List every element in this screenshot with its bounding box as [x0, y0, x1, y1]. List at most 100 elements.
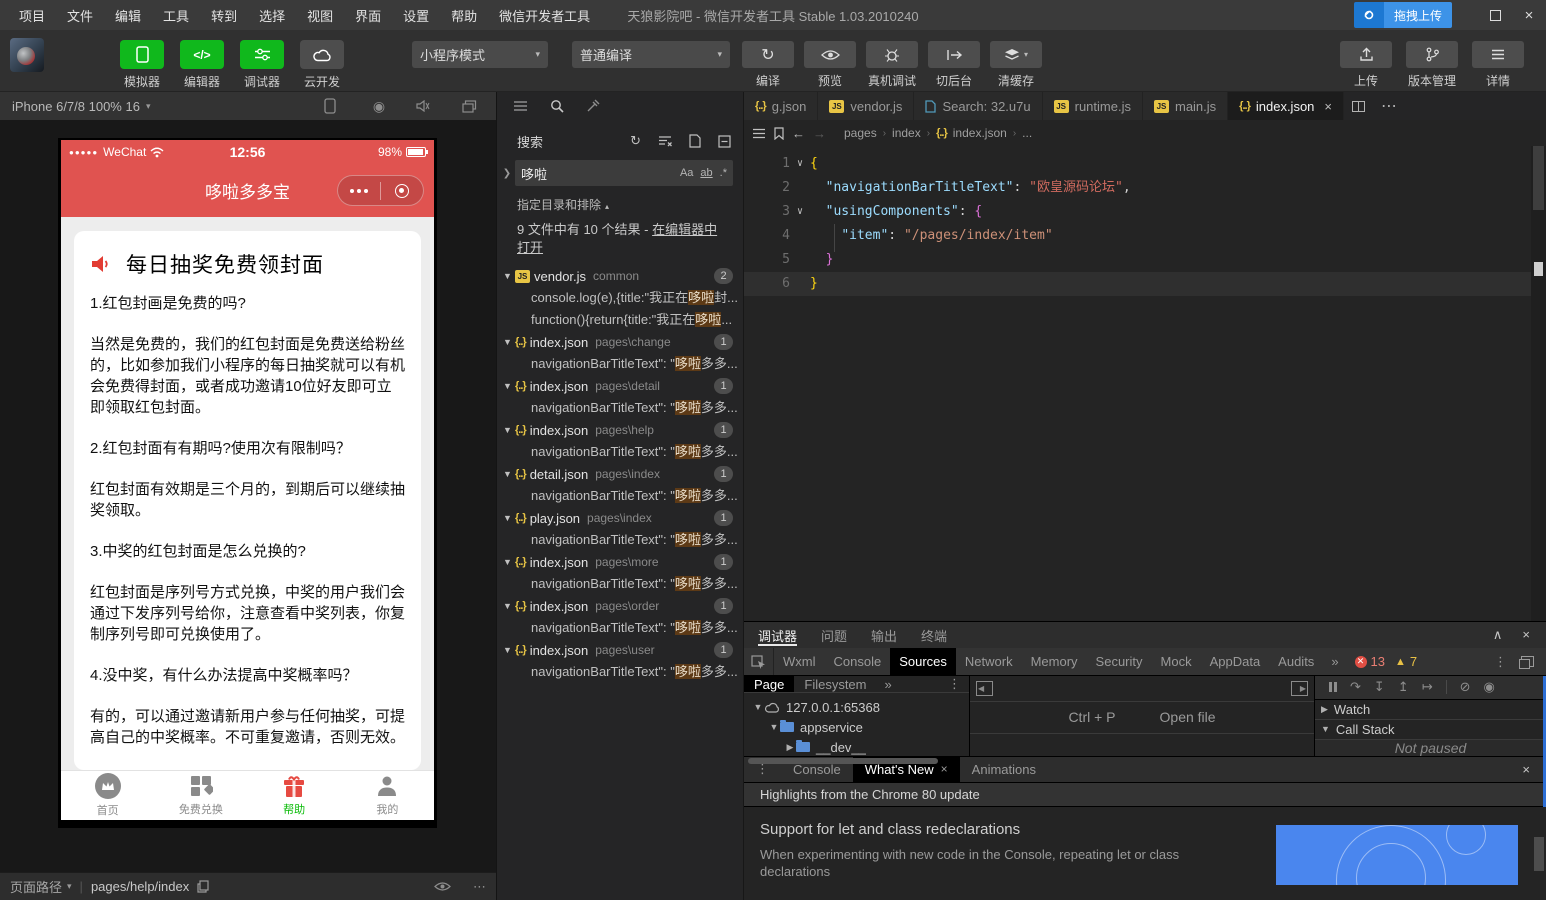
menu-item-选择[interactable]: 选择 — [250, 3, 294, 28]
navigator-tab-Filesystem[interactable]: Filesystem — [794, 676, 876, 692]
search-input[interactable]: 哆啦 Aa ab .* — [515, 160, 733, 186]
step-into-icon[interactable]: ↧ — [1374, 679, 1385, 695]
debugger-tab-调试器[interactable]: 调试器 — [758, 622, 797, 648]
drawer-scrollbar-thumb[interactable] — [1534, 837, 1544, 871]
warning-badge[interactable]: ▲7 — [1395, 654, 1417, 669]
forward-arrow-icon[interactable]: → — [813, 126, 826, 141]
dock-right-icon[interactable]: ▶ — [1291, 681, 1308, 696]
fold-icon[interactable]: ∨ — [790, 152, 810, 176]
regex-icon[interactable]: .* — [720, 167, 727, 179]
editor-tab-Search: 32.u7u[interactable]: Search: 32.u7u — [914, 92, 1042, 120]
tab-我的[interactable]: 我的 — [341, 771, 434, 820]
menu-item-设置[interactable]: 设置 — [394, 3, 438, 28]
devtools-tab-Audits[interactable]: Audits — [1269, 648, 1323, 675]
debugger-tab-输出[interactable]: 输出 — [871, 622, 897, 648]
plugin-wand-icon[interactable] — [586, 99, 600, 113]
close-panel-icon[interactable]: × — [1522, 627, 1530, 643]
more-menu-button[interactable] — [338, 189, 380, 193]
action-button-版本管理[interactable]: 版本管理 — [1406, 41, 1458, 89]
search-result-match[interactable]: navigationBarTitleText": "哆啦多多... — [497, 529, 743, 551]
menu-item-界面[interactable]: 界面 — [346, 3, 390, 28]
editor-tab-runtime.js[interactable]: JSruntime.js — [1043, 92, 1143, 120]
mute-icon[interactable] — [416, 100, 434, 112]
search-result-file[interactable]: ▼{..}play.jsonpages\index1 — [497, 507, 743, 529]
drawer-tab-Animations[interactable]: Animations — [960, 757, 1048, 782]
devtools-tab-Console[interactable]: Console — [825, 648, 891, 675]
search-result-match[interactable]: navigationBarTitleText": "哆啦多多... — [497, 397, 743, 419]
search-result-file[interactable]: ▼{..}index.jsonpages\change1 — [497, 331, 743, 353]
devtools-tab-AppData[interactable]: AppData — [1201, 648, 1270, 675]
device-frame-icon[interactable] — [324, 98, 342, 114]
editor-tab-vendor.js[interactable]: JSvendor.js — [818, 92, 914, 120]
search-result-match[interactable]: navigationBarTitleText": "哆啦多多... — [497, 485, 743, 507]
search-result-file[interactable]: ▼{..}index.jsonpages\user1 — [497, 639, 743, 661]
navigator-tab-Page[interactable]: Page — [744, 676, 794, 692]
compile-select-dropdown[interactable]: 普通编译 ▾ — [572, 41, 730, 68]
dirs-toggle[interactable]: 指定目录和排除▴ — [497, 190, 743, 215]
inspect-element-icon[interactable] — [744, 648, 774, 675]
eye-icon[interactable] — [434, 881, 451, 892]
code-line[interactable]: 1∨{ — [744, 152, 1546, 176]
device-selector[interactable]: iPhone 6/7/8 100% 16 — [12, 99, 140, 114]
step-icon[interactable]: ↦ — [1422, 679, 1433, 695]
devtools-tab-Wxml[interactable]: Wxml — [774, 648, 825, 675]
search-result-file[interactable]: ▼{..}index.jsonpages\detail1 — [497, 375, 743, 397]
back-arrow-icon[interactable]: ← — [792, 126, 805, 141]
search-result-file[interactable]: ▼{..}index.jsonpages\help1 — [497, 419, 743, 441]
editor-tab-main.js[interactable]: JSmain.js — [1143, 92, 1228, 120]
code-line[interactable]: 4 "item": "/pages/index/item" — [744, 224, 1546, 248]
search-result-file[interactable]: ▼{..}index.jsonpages\more1 — [497, 551, 743, 573]
pause-script-icon[interactable] — [1329, 682, 1337, 692]
code-line[interactable]: 5 } — [744, 248, 1546, 272]
editor-tab-g.json[interactable]: {..}g.json — [744, 92, 818, 120]
mode-select-dropdown[interactable]: 小程序模式 ▾ — [412, 41, 548, 68]
debugger-tab-终端[interactable]: 终端 — [921, 622, 947, 648]
page-path-selector[interactable]: 页面路径 — [10, 877, 62, 896]
menu-item-项目[interactable]: 项目 — [10, 3, 54, 28]
more-tabs-icon[interactable]: » — [877, 677, 900, 692]
editor-scrollbar[interactable] — [1531, 146, 1546, 621]
devtools-tab-Memory[interactable]: Memory — [1022, 648, 1087, 675]
step-out-icon[interactable]: ↥ — [1398, 679, 1409, 695]
close-miniprogram-button[interactable] — [381, 184, 423, 198]
restore-window-button[interactable] — [1478, 0, 1512, 30]
pause-on-exceptions-icon[interactable]: ◉ — [1484, 679, 1495, 695]
refresh-search-icon[interactable]: ↻ — [630, 133, 641, 149]
action-button-真机调试[interactable]: 真机调试 — [866, 41, 918, 89]
search-icon[interactable] — [550, 99, 564, 113]
undock-icon[interactable] — [1521, 656, 1534, 667]
search-result-file[interactable]: ▼JSvendor.jscommon2 — [497, 265, 743, 287]
multi-window-icon[interactable] — [462, 100, 480, 113]
devtools-tab-Network[interactable]: Network — [956, 648, 1022, 675]
copy-path-icon[interactable] — [197, 880, 209, 893]
record-icon[interactable]: ◉ — [370, 98, 388, 115]
debugger-tab-问题[interactable]: 问题 — [821, 622, 847, 648]
tab-免费兑换[interactable]: 免费兑换 — [154, 771, 247, 820]
search-result-file[interactable]: ▼{..}detail.jsonpages\index1 — [497, 463, 743, 485]
deactivate-breakpoints-icon[interactable]: ⊘ — [1460, 679, 1471, 695]
devtools-tab-Security[interactable]: Security — [1087, 648, 1152, 675]
call-stack-section[interactable]: ▼ Call Stack — [1315, 720, 1546, 740]
menu-item-编辑[interactable]: 编辑 — [106, 3, 150, 28]
code-line[interactable]: 3∨ "usingComponents": { — [744, 200, 1546, 224]
search-result-match[interactable]: function(){return{title:"我正在哆啦... — [497, 309, 743, 331]
search-result-match[interactable]: navigationBarTitleText": "哆啦多多... — [497, 617, 743, 639]
whats-new-article-title[interactable]: Support for let and class redeclarations — [760, 821, 1240, 838]
tab-帮助[interactable]: 帮助 — [248, 771, 341, 820]
collapse-panel-icon[interactable]: ∧ — [1493, 627, 1503, 643]
action-button-切后台[interactable]: 切后台 — [928, 41, 980, 89]
close-tab-icon[interactable]: × — [941, 762, 948, 776]
more-actions-icon[interactable]: ⋯ — [1381, 96, 1397, 116]
scrollbar-thumb[interactable] — [1533, 146, 1544, 210]
whole-word-icon[interactable]: ab — [700, 167, 712, 179]
dock-left-icon[interactable]: ◀ — [976, 681, 993, 696]
fold-icon[interactable]: ∨ — [790, 200, 810, 224]
devtools-tab-Sources[interactable]: Sources — [890, 648, 956, 675]
search-result-match[interactable]: console.log(e),{title:"我正在哆啦封... — [497, 287, 743, 309]
menu-item-帮助[interactable]: 帮助 — [442, 3, 486, 28]
breadcrumb-item[interactable]: pages — [844, 126, 877, 140]
split-editor-icon[interactable] — [1352, 101, 1365, 112]
mode-button-云开发[interactable]: 云开发 — [298, 40, 346, 90]
file-list-icon[interactable] — [513, 100, 528, 112]
action-button-上传[interactable]: 上传 — [1340, 41, 1392, 89]
